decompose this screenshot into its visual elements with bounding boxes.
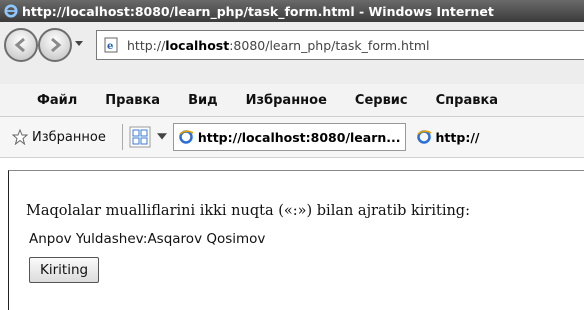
menu-view[interactable]: Вид	[188, 93, 218, 108]
svg-text:e: e	[107, 41, 113, 52]
navigation-bar: e http://localhost:8080/learn_php/task_f…	[0, 22, 584, 84]
window-title: http://localhost:8080/learn_php/task_for…	[22, 3, 494, 19]
forward-button[interactable]	[38, 28, 72, 62]
address-url[interactable]: http://localhost:8080/learn_php/task_for…	[127, 38, 430, 53]
toolbar-separator	[121, 124, 123, 150]
ie-page-icon	[416, 130, 431, 144]
quick-tabs-icon[interactable]	[129, 126, 151, 148]
back-button[interactable]	[4, 28, 38, 62]
menu-favorites[interactable]: Избранное	[246, 93, 327, 108]
browser-window: http://localhost:8080/learn_php/task_for…	[0, 0, 584, 310]
recent-pages-dropdown[interactable]	[74, 34, 84, 54]
chevron-down-icon	[75, 41, 83, 46]
submit-button[interactable]: Kiriting	[29, 257, 100, 283]
page-icon: e	[104, 37, 118, 53]
menu-edit[interactable]: Правка	[105, 93, 160, 108]
tab-label: http://localhost:8080/learn...	[197, 129, 401, 145]
menu-file[interactable]: Файл	[37, 93, 77, 108]
back-arrow-icon	[14, 37, 25, 53]
forward-arrow-icon	[51, 37, 62, 53]
favorites-button[interactable]: Избранное	[32, 130, 106, 145]
page-content: Maqolalar mualliflarini ikki nuqta («:»)…	[8, 170, 584, 310]
favorites-bar: Избранное http://localhost:8080/learn...…	[0, 117, 584, 158]
menu-bar: Файл Правка Вид Избранное Сервис Справка	[0, 84, 584, 117]
menu-tools[interactable]: Сервис	[355, 93, 408, 108]
form-instruction: Maqolalar mualliflarini ikki nuqta («:»)…	[26, 203, 470, 219]
authors-input[interactable]: Anpov Yuldashev:Asqarov Qosimov	[29, 231, 265, 247]
title-bar: http://localhost:8080/learn_php/task_for…	[0, 0, 584, 22]
tab-label: http://	[435, 129, 480, 145]
menu-help[interactable]: Справка	[436, 93, 498, 108]
tab-list-dropdown-icon[interactable]	[156, 132, 167, 142]
ie-page-icon	[179, 130, 194, 144]
star-icon	[12, 129, 28, 145]
tab-second[interactable]: http://	[412, 123, 484, 151]
ie-logo-icon	[4, 4, 18, 18]
address-bar[interactable]: e http://localhost:8080/learn_php/task_f…	[96, 30, 584, 60]
tab-task-form[interactable]: http://localhost:8080/learn...	[172, 123, 406, 151]
